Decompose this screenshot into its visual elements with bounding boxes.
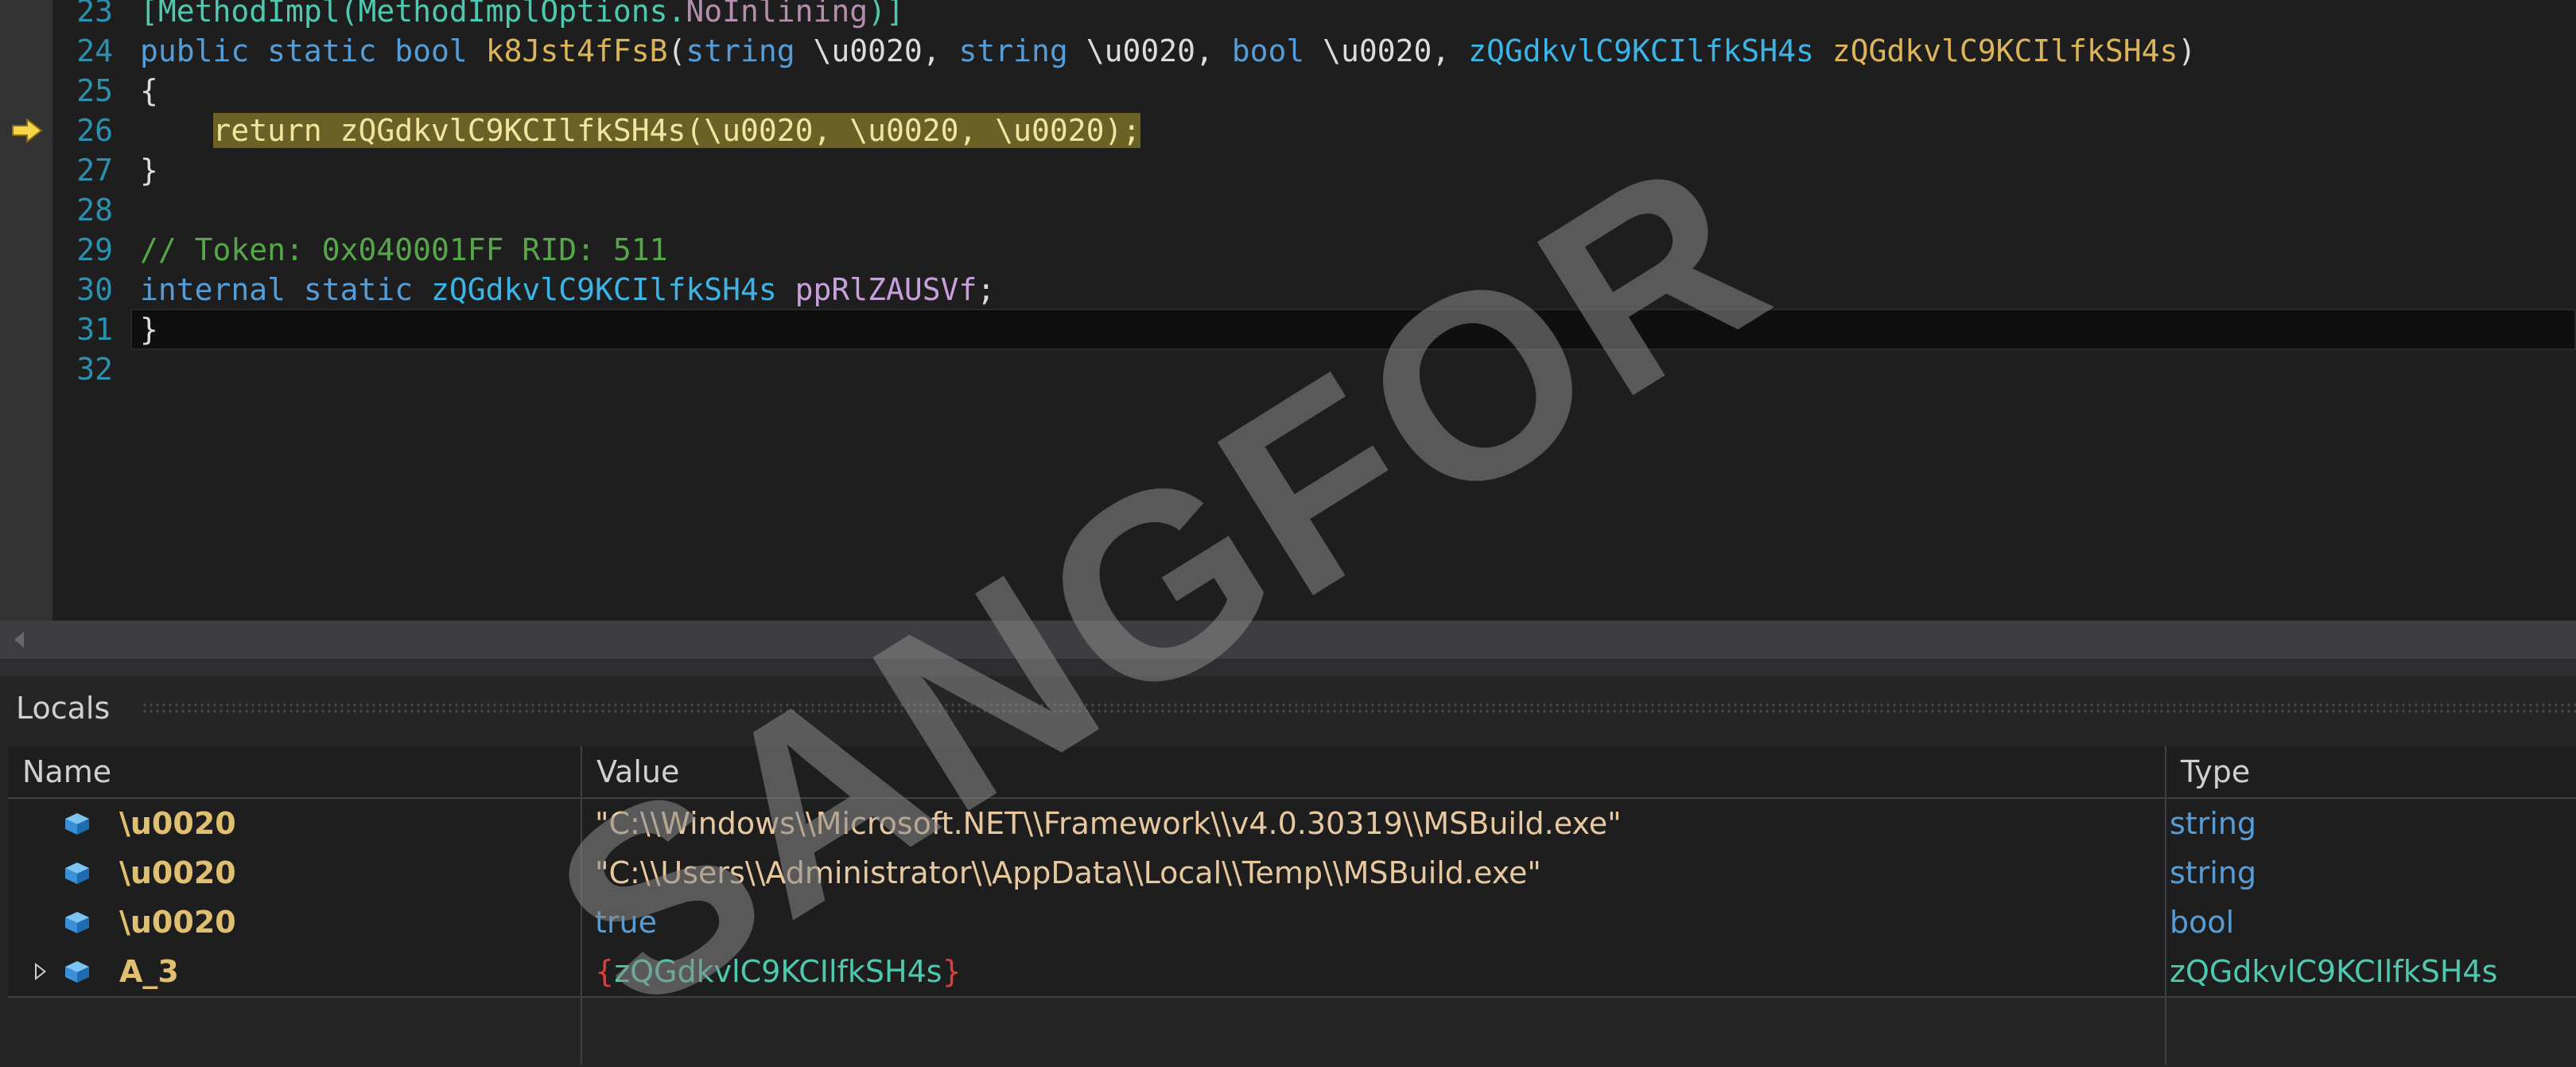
line-number: 24: [76, 33, 113, 68]
code-token: (: [667, 33, 686, 68]
code-token: NoInlining: [686, 0, 868, 29]
line-number: 29: [76, 232, 113, 267]
line-number: 25: [76, 73, 113, 108]
code-token: public static bool: [140, 33, 486, 68]
code-line[interactable]: 26 return zQGdkvlC9KCIlfkSH4s(\u0020, \u…: [0, 110, 2576, 151]
local-type: string: [2170, 806, 2257, 841]
code-token: bool: [1231, 33, 1323, 68]
locals-title: Locals: [16, 691, 111, 726]
panel-splitter[interactable]: [0, 659, 2576, 676]
code-line[interactable]: 24 public static bool k8Jst4fFsB(string \…: [0, 30, 2576, 72]
code-token: return zQGdkvlC9KCIlfkSH4s(\u0020, \u002…: [212, 113, 1141, 148]
debugger-window: 23 [MethodImpl(MethodImplOptions.NoInlini…: [0, 0, 2576, 1067]
line-code: public static bool k8Jst4fFsB(string \u0…: [140, 30, 2196, 72]
locals-drag-grip[interactable]: [142, 702, 2576, 715]
local-variable-icon: [65, 912, 89, 933]
line-number: 27: [76, 153, 113, 188]
value-brace: }: [942, 954, 962, 989]
local-variable-icon: [65, 961, 89, 983]
locals-row[interactable]: A_3 {zQGdkvlC9KCIlfkSH4s} zQGdkvlC9KCIlfkS…: [8, 947, 2576, 998]
local-value[interactable]: {zQGdkvlC9KCIlfkSH4s}: [595, 947, 2154, 996]
code-token: k8Jst4fFsB: [485, 33, 668, 68]
local-value[interactable]: "C:\\Windows\\Microsoft.NET\\Framework\\…: [595, 799, 2154, 848]
column-separator[interactable]: [2165, 746, 2166, 1065]
code-token: \u0020,: [1323, 33, 1469, 68]
locals-row[interactable]: \u0020 "C:\\Windows\\Microsoft.NET\\Frame…: [8, 799, 2576, 850]
code-token: \u0020,: [813, 33, 959, 68]
code-editor[interactable]: 23 [MethodImpl(MethodImplOptions.NoInlini…: [0, 0, 2576, 621]
local-name: \u0020: [119, 806, 236, 841]
code-token: string: [958, 33, 1086, 68]
line-code: internal static zQGdkvlC9KCIlfkSH4s ppRl…: [140, 269, 995, 310]
code-token: internal static: [140, 272, 432, 307]
code-token: zQGdkvlC9KCIlfkSH4s: [1832, 33, 2178, 68]
line-code: [MethodImpl(MethodImplOptions.NoInlining…: [140, 0, 904, 32]
line-number: 26: [76, 113, 113, 148]
code-token: ): [2178, 33, 2197, 68]
line-code: }: [140, 150, 158, 191]
line-code: {: [140, 70, 158, 111]
locals-row[interactable]: \u0020 "C:\\Users\\Administrator\\AppData…: [8, 848, 2576, 899]
code-token: zQGdkvlC9KCIlfkSH4s: [1468, 33, 1832, 68]
local-value[interactable]: true: [595, 898, 2154, 947]
column-header-type[interactable]: Type: [2166, 746, 2576, 797]
code-token: [MethodImpl(MethodImplOptions.: [140, 0, 686, 29]
code-token: ;: [977, 272, 996, 307]
code-line[interactable]: 28: [0, 189, 2576, 231]
locals-window: Locals Name Value Type \u0020 "C:\\Window…: [0, 676, 2576, 1067]
locals-grid: Name Value Type \u0020 "C:\\Windows\\Micr…: [8, 746, 2576, 1067]
line-number: 28: [76, 193, 113, 228]
local-value[interactable]: "C:\\Users\\Administrator\\AppData\\Loca…: [595, 848, 2154, 898]
column-header-name[interactable]: Name: [8, 746, 581, 797]
code-line[interactable]: 32: [0, 349, 2576, 390]
line-code: }: [140, 309, 158, 350]
line-code: // Token: 0x040001FF RID: 511: [140, 229, 667, 271]
column-separator[interactable]: [581, 746, 582, 1065]
local-variable-icon: [65, 863, 89, 884]
value-text: zQGdkvlC9KCIlfkSH4s: [614, 954, 942, 989]
code-line[interactable]: 27}: [0, 150, 2576, 191]
code-line[interactable]: 23 [MethodImpl(MethodImplOptions.NoInlini…: [0, 0, 2576, 32]
code-token: }: [140, 312, 158, 347]
code-token: }: [140, 153, 158, 188]
code-token: // Token: 0x040001FF RID: 511: [140, 232, 668, 267]
column-header-value[interactable]: Value: [582, 746, 2165, 797]
local-type: bool: [2170, 905, 2235, 940]
locals-row[interactable]: \u0020 true bool: [8, 898, 2576, 948]
local-name: \u0020: [119, 905, 236, 940]
line-number: 30: [76, 272, 113, 307]
code-token: )]: [868, 0, 904, 29]
code-line[interactable]: 29 // Token: 0x040001FF RID: 511: [0, 229, 2576, 271]
code-line[interactable]: 25 {: [0, 70, 2576, 111]
value-brace: {: [595, 954, 615, 989]
code-line[interactable]: 30 internal static zQGdkvlC9KCIlfkSH4s pp…: [0, 269, 2576, 310]
local-name: A_3: [119, 954, 179, 989]
local-name: \u0020: [119, 855, 236, 890]
line-number: 31: [76, 312, 113, 347]
code-line[interactable]: 31}: [0, 309, 2576, 350]
line-code: return zQGdkvlC9KCIlfkSH4s(\u0020, \u002…: [140, 110, 1141, 151]
code-token: ppRlZAUSVf: [795, 272, 977, 307]
expand-arrow-icon[interactable]: [35, 963, 46, 980]
code-token: zQGdkvlC9KCIlfkSH4s: [431, 272, 795, 307]
locals-header: Name Value Type: [8, 746, 2576, 799]
editor-horizontal-scrollbar[interactable]: [0, 621, 2576, 659]
code-token: {: [140, 73, 158, 108]
local-variable-icon: [65, 813, 89, 835]
scroll-left-icon[interactable]: [14, 632, 24, 648]
code-token: string: [686, 33, 814, 68]
local-type: string: [2170, 855, 2257, 890]
line-number: 32: [76, 352, 113, 387]
execution-arrow-icon[interactable]: [11, 118, 43, 143]
line-number: 23: [76, 0, 113, 29]
code-token: \u0020,: [1086, 33, 1232, 68]
current-line-highlight: [130, 309, 2576, 350]
local-type: zQGdkvlC9KCIlfkSH4s: [2170, 954, 2498, 989]
